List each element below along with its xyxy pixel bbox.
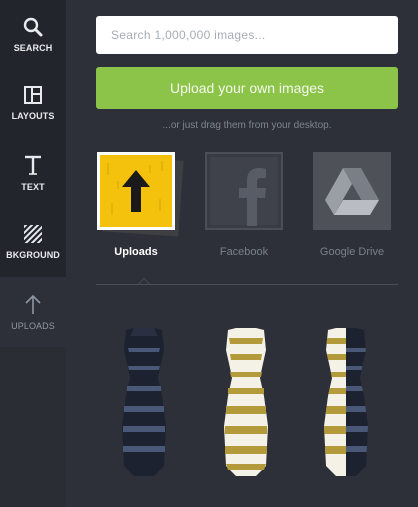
layout-icon [24, 86, 42, 104]
uploads-tile [97, 152, 184, 237]
search-icon [23, 17, 43, 37]
source-label: Uploads [114, 246, 158, 258]
source-uploads[interactable]: Uploads [96, 152, 184, 258]
sidebar-item-uploads[interactable]: UPLOADS [0, 277, 66, 347]
sidebar-item-label: SEARCH [13, 43, 53, 53]
blue-black-dress-image[interactable] [114, 326, 174, 478]
sidebar-item-label: BKGROUND [6, 250, 60, 260]
sidebar-item-layouts[interactable]: LAYOUTS [0, 68, 66, 138]
background-hatch-icon [24, 225, 42, 243]
sidebar-item-label: UPLOADS [11, 321, 55, 331]
selection-pointer [138, 278, 150, 284]
facebook-icon [210, 157, 278, 226]
source-label: Google Drive [319, 246, 385, 258]
upload-images-button[interactable]: Upload your own images [96, 67, 398, 109]
upload-arrow-icon [25, 294, 41, 314]
split-dress-image[interactable] [316, 326, 376, 478]
source-google-drive[interactable]: Google Drive [312, 152, 392, 258]
google-drive-tile [313, 152, 391, 230]
sidebar: SEARCH LAYOUTS TEXT BKGROUND UPLOADS [0, 0, 66, 507]
text-icon [25, 155, 41, 175]
google-drive-icon [325, 168, 379, 215]
sidebar-empty-area [0, 347, 66, 507]
search-input[interactable] [96, 16, 398, 54]
drag-hint-text: ...or just drag them from your desktop. [162, 120, 332, 131]
source-facebook[interactable]: Facebook [204, 152, 284, 258]
sidebar-item-label: TEXT [21, 182, 45, 192]
upload-arrow-icon [122, 170, 150, 212]
sidebar-item-text[interactable]: TEXT [0, 138, 66, 208]
sidebar-item-label: LAYOUTS [11, 111, 55, 121]
sidebar-item-background[interactable]: BKGROUND [0, 207, 66, 277]
divider [96, 284, 398, 285]
white-gold-dress-image[interactable] [216, 326, 276, 478]
sidebar-item-search[interactable]: SEARCH [0, 0, 66, 70]
source-label: Facebook [219, 246, 269, 258]
facebook-tile [205, 152, 283, 230]
